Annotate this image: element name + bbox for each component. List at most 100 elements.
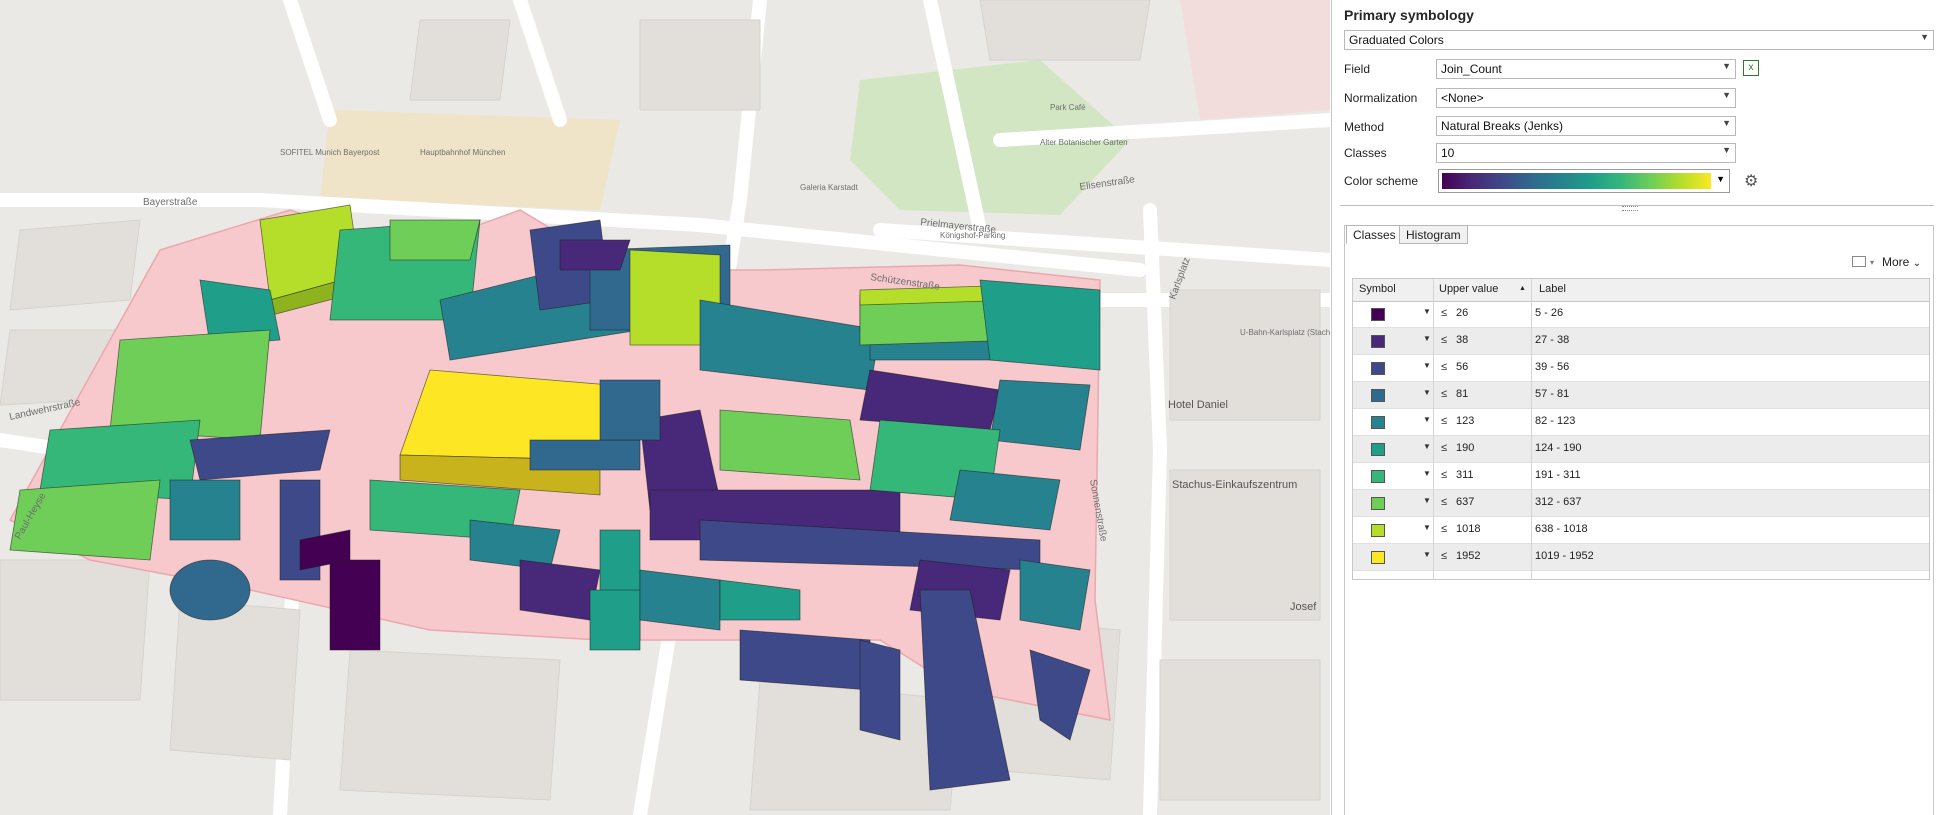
map-label: Galeria Karstadt	[800, 183, 859, 192]
less-equal-sign: ≤	[1441, 334, 1448, 346]
method-value: Natural Breaks (Jenks)	[1441, 119, 1564, 133]
normalization-dropdown[interactable]: <None> ▼	[1436, 88, 1736, 108]
tab-classes[interactable]: Classes	[1346, 225, 1403, 244]
map-label: U-Bahn-Karlsplatz (Stachus)	[1240, 328, 1330, 337]
symbol-swatch[interactable]	[1371, 470, 1385, 483]
map-view[interactable]: Bayerstraße Landwehrstraße Sonnenstraße …	[0, 0, 1330, 815]
column-upper-value[interactable]: Upper value	[1439, 283, 1498, 295]
tab-histogram[interactable]: Histogram	[1399, 225, 1468, 244]
class-label[interactable]: 312 - 637	[1535, 496, 1581, 508]
chevron-down-icon: ▼	[1716, 174, 1725, 184]
symbol-swatch[interactable]	[1371, 551, 1385, 564]
table-row[interactable]: ▼ ≤1952 1019 - 1952	[1353, 544, 1929, 571]
field-dropdown[interactable]: Join_Count ▼	[1436, 59, 1736, 79]
class-label[interactable]: 27 - 38	[1535, 334, 1569, 346]
chevron-down-icon[interactable]: ▼	[1423, 442, 1431, 451]
color-scheme-label: Color scheme	[1344, 174, 1419, 188]
chevron-down-icon[interactable]: ▼	[1423, 496, 1431, 505]
upper-value[interactable]: 637	[1456, 496, 1474, 508]
table-row[interactable]: ▼ ≤26 5 - 26	[1353, 301, 1929, 328]
map-label: Königshof-Parking	[940, 231, 1005, 240]
table-row[interactable]: ▼ ≤123 82 - 123	[1353, 409, 1929, 436]
table-row[interactable]: ▼ ≤81 57 - 81	[1353, 382, 1929, 409]
less-equal-sign: ≤	[1441, 496, 1448, 508]
chevron-down-icon: ▼	[1722, 145, 1731, 155]
symbol-swatch[interactable]	[1371, 497, 1385, 510]
panel-title: Primary symbology	[1344, 7, 1474, 23]
classes-dropdown[interactable]: 10 ▼	[1436, 143, 1736, 163]
upper-value[interactable]: 26	[1456, 307, 1468, 319]
chevron-down-icon: ▼	[1722, 90, 1731, 100]
chevron-down-icon[interactable]: ▼	[1423, 523, 1431, 532]
upper-value[interactable]: 38	[1456, 334, 1468, 346]
class-label[interactable]: 57 - 81	[1535, 388, 1569, 400]
expression-icon[interactable]: x	[1743, 60, 1759, 76]
table-row[interactable]: ▼ ≤311 191 - 311	[1353, 463, 1929, 490]
less-equal-sign: ≤	[1441, 442, 1448, 454]
normalization-label: Normalization	[1344, 91, 1418, 105]
chevron-down-icon[interactable]: ▼	[1423, 307, 1431, 316]
less-equal-sign: ≤	[1441, 469, 1448, 481]
symbol-swatch[interactable]	[1371, 389, 1385, 402]
chevron-down-icon[interactable]: ▼	[1423, 415, 1431, 424]
symbol-swatch[interactable]	[1371, 335, 1385, 348]
class-label[interactable]: 1019 - 1952	[1535, 550, 1594, 562]
symbol-swatch[interactable]	[1371, 524, 1385, 537]
renderer-dropdown[interactable]: Graduated Colors ▼	[1344, 30, 1934, 50]
class-label[interactable]: 39 - 56	[1535, 361, 1569, 373]
chevron-down-icon[interactable]: ▼	[1423, 550, 1431, 559]
upper-value[interactable]: 56	[1456, 361, 1468, 373]
symbol-swatch[interactable]	[1371, 308, 1385, 321]
symbol-swatch[interactable]	[1371, 443, 1385, 456]
classes-table: Symbol Upper value ▲ Label ▼ ≤26 5 - 26 ▼ ≤3…	[1352, 278, 1930, 580]
table-header: Symbol Upper value ▲ Label	[1353, 279, 1929, 302]
field-label: Field	[1344, 62, 1371, 76]
symbol-swatch[interactable]	[1371, 362, 1385, 375]
column-label[interactable]: Label	[1539, 283, 1566, 295]
class-label[interactable]: 638 - 1018	[1535, 523, 1588, 535]
upper-value[interactable]: 311	[1456, 469, 1474, 481]
classes-label: Classes	[1344, 146, 1387, 160]
less-equal-sign: ≤	[1441, 388, 1448, 400]
chevron-down-icon[interactable]: ▼	[1423, 469, 1431, 478]
map-label: Stachus-Einkaufszentrum	[1172, 479, 1297, 491]
table-row[interactable]: ▼ ≤1018 638 - 1018	[1353, 517, 1929, 544]
chevron-down-icon[interactable]: ▼	[1423, 388, 1431, 397]
method-dropdown[interactable]: Natural Breaks (Jenks) ▼	[1436, 116, 1736, 136]
upper-value[interactable]: 123	[1456, 415, 1474, 427]
map-label: Alter Botanischer Garten	[1040, 138, 1128, 147]
chevron-down-icon[interactable]: ▼	[1423, 361, 1431, 370]
class-label[interactable]: 82 - 123	[1535, 415, 1575, 427]
color-ramp	[1442, 173, 1711, 189]
splitter-grip[interactable]	[1622, 206, 1638, 211]
table-row[interactable]: ▼ ≤38 27 - 38	[1353, 328, 1929, 355]
map-label: Hotel Daniel	[1168, 399, 1228, 411]
map-label: SOFITEL Munich Bayerpost	[280, 148, 380, 157]
normalization-value: <None>	[1441, 91, 1484, 105]
upper-value[interactable]: 1018	[1456, 523, 1480, 535]
color-scheme-dropdown[interactable]: ▼	[1438, 169, 1730, 193]
class-label[interactable]: 191 - 311	[1535, 469, 1581, 481]
upper-value[interactable]: 190	[1456, 442, 1474, 454]
class-label[interactable]: 5 - 26	[1535, 307, 1563, 319]
sort-ascending-icon[interactable]: ▲	[1519, 285, 1526, 292]
map-label: Hauptbahnhof München	[420, 148, 505, 157]
gear-icon[interactable]: ⚙	[1744, 171, 1758, 191]
chevron-down-icon: ▼	[1920, 32, 1929, 42]
upper-value[interactable]: 81	[1456, 388, 1468, 400]
upper-value[interactable]: 1952	[1456, 550, 1480, 562]
column-divider	[1433, 279, 1434, 579]
table-row[interactable]: ▼ ≤637 312 - 637	[1353, 490, 1929, 517]
less-equal-sign: ≤	[1441, 361, 1448, 373]
symbol-swatch[interactable]	[1371, 416, 1385, 429]
table-row[interactable]: ▼ ≤56 39 - 56	[1353, 355, 1929, 382]
column-divider	[1531, 279, 1532, 579]
method-label: Method	[1344, 120, 1385, 134]
column-symbol[interactable]: Symbol	[1359, 283, 1396, 295]
chevron-down-icon: ▼	[1722, 61, 1731, 71]
table-row[interactable]: ▼ ≤190 124 - 190	[1353, 436, 1929, 463]
class-label[interactable]: 124 - 190	[1535, 442, 1581, 454]
renderer-value: Graduated Colors	[1349, 33, 1444, 47]
map-label: Bayerstraße	[143, 197, 198, 208]
chevron-down-icon[interactable]: ▼	[1423, 334, 1431, 343]
